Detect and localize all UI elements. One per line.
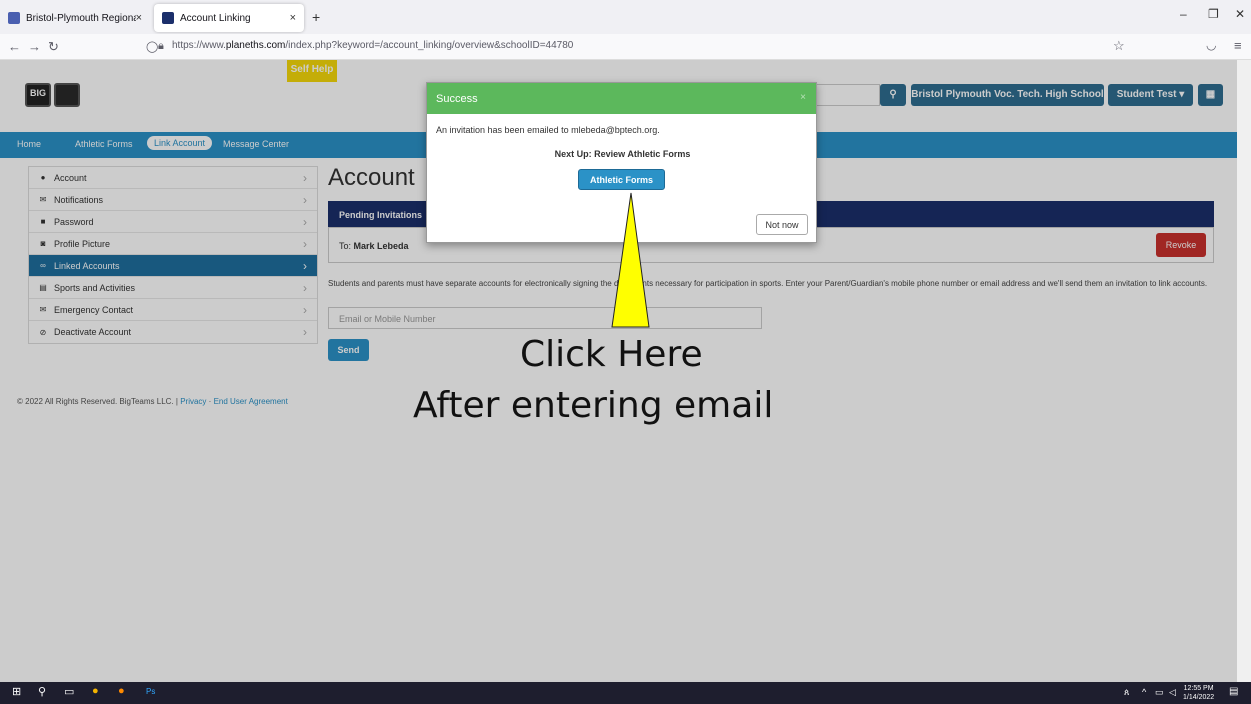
tab-close-icon[interactable]: × <box>290 12 296 24</box>
web-page: BIG Self Help ⚲ Bristol Plymouth Voc. Te… <box>0 60 1237 682</box>
photoshop-icon[interactable]: Ps <box>146 687 155 696</box>
volume-icon[interactable]: ◁ <box>1169 687 1176 698</box>
network-icon[interactable]: ▭ <box>1155 687 1164 698</box>
notifications-icon[interactable]: ▤ <box>1229 686 1238 697</box>
url-bar[interactable]: https://www.planeths.com/index.php?keywo… <box>172 40 573 51</box>
search-icon[interactable]: ⚲ <box>38 685 46 698</box>
tab-close-icon[interactable]: × <box>136 12 142 24</box>
firefox-icon[interactable]: ● <box>118 685 125 697</box>
site-favicon-icon <box>162 12 174 24</box>
system-clock[interactable]: 12:55 PM 1/14/2022 <box>1183 684 1214 702</box>
task-view-icon[interactable]: ▭ <box>64 685 74 698</box>
shield-icon[interactable]: ◯ <box>146 40 158 53</box>
bookmark-star-icon[interactable]: ☆ <box>1113 38 1125 54</box>
annotation-after-entering-email: After entering email <box>413 385 774 426</box>
chrome-icon[interactable]: ● <box>92 685 99 697</box>
minimize-icon[interactable]: – <box>1180 7 1187 21</box>
page-scrollbar[interactable] <box>1237 60 1251 682</box>
close-window-icon[interactable]: ✕ <box>1235 7 1245 21</box>
browser-tab-bristol[interactable]: Bristol-Plymouth Regional Voca × <box>0 4 150 32</box>
clock-time: 12:55 PM <box>1183 685 1214 692</box>
url-prefix: https://www. <box>172 40 226 51</box>
forward-icon[interactable]: → <box>28 39 41 54</box>
new-tab-button[interactable]: + <box>312 9 320 25</box>
lock-icon[interactable]: 🔒︎ <box>158 40 164 53</box>
menu-icon[interactable]: ≡ <box>1234 38 1242 53</box>
annotation-click-here: Click Here <box>520 334 703 375</box>
pocket-icon[interactable]: ◡ <box>1206 38 1216 52</box>
back-icon[interactable]: ← <box>8 39 21 54</box>
browser-tab-bar: Bristol-Plymouth Regional Voca × Account… <box>0 0 1251 34</box>
clock-date: 1/14/2022 <box>1183 694 1215 701</box>
windows-taskbar: ⊞ ⚲ ▭ ● ● Ps ጰ ^ ▭ ◁ 12:55 PM 1/14/2022 ▤ <box>0 682 1251 704</box>
tray-chevron-icon[interactable]: ^ <box>1142 687 1146 697</box>
browser-nav-bar: ← → ↻ ◯ 🔒︎ https://www.planeths.com/inde… <box>0 34 1251 60</box>
people-icon[interactable]: ጰ <box>1124 687 1129 698</box>
tab-title: Account Linking <box>180 12 251 24</box>
windows-start-icon[interactable]: ⊞ <box>12 685 21 698</box>
browser-tab-account-linking[interactable]: Account Linking × <box>154 4 304 32</box>
url-domain: planeths.com <box>225 40 286 51</box>
url-path: /index.php?keyword=/account_linking/over… <box>285 40 574 51</box>
yellow-arrow-shape <box>611 192 650 328</box>
reload-icon[interactable]: ↻ <box>48 39 59 55</box>
restore-icon[interactable]: ❐ <box>1208 7 1219 21</box>
tab-title: Bristol-Plymouth Regional Voca <box>26 12 136 24</box>
site-favicon-icon <box>8 12 20 24</box>
